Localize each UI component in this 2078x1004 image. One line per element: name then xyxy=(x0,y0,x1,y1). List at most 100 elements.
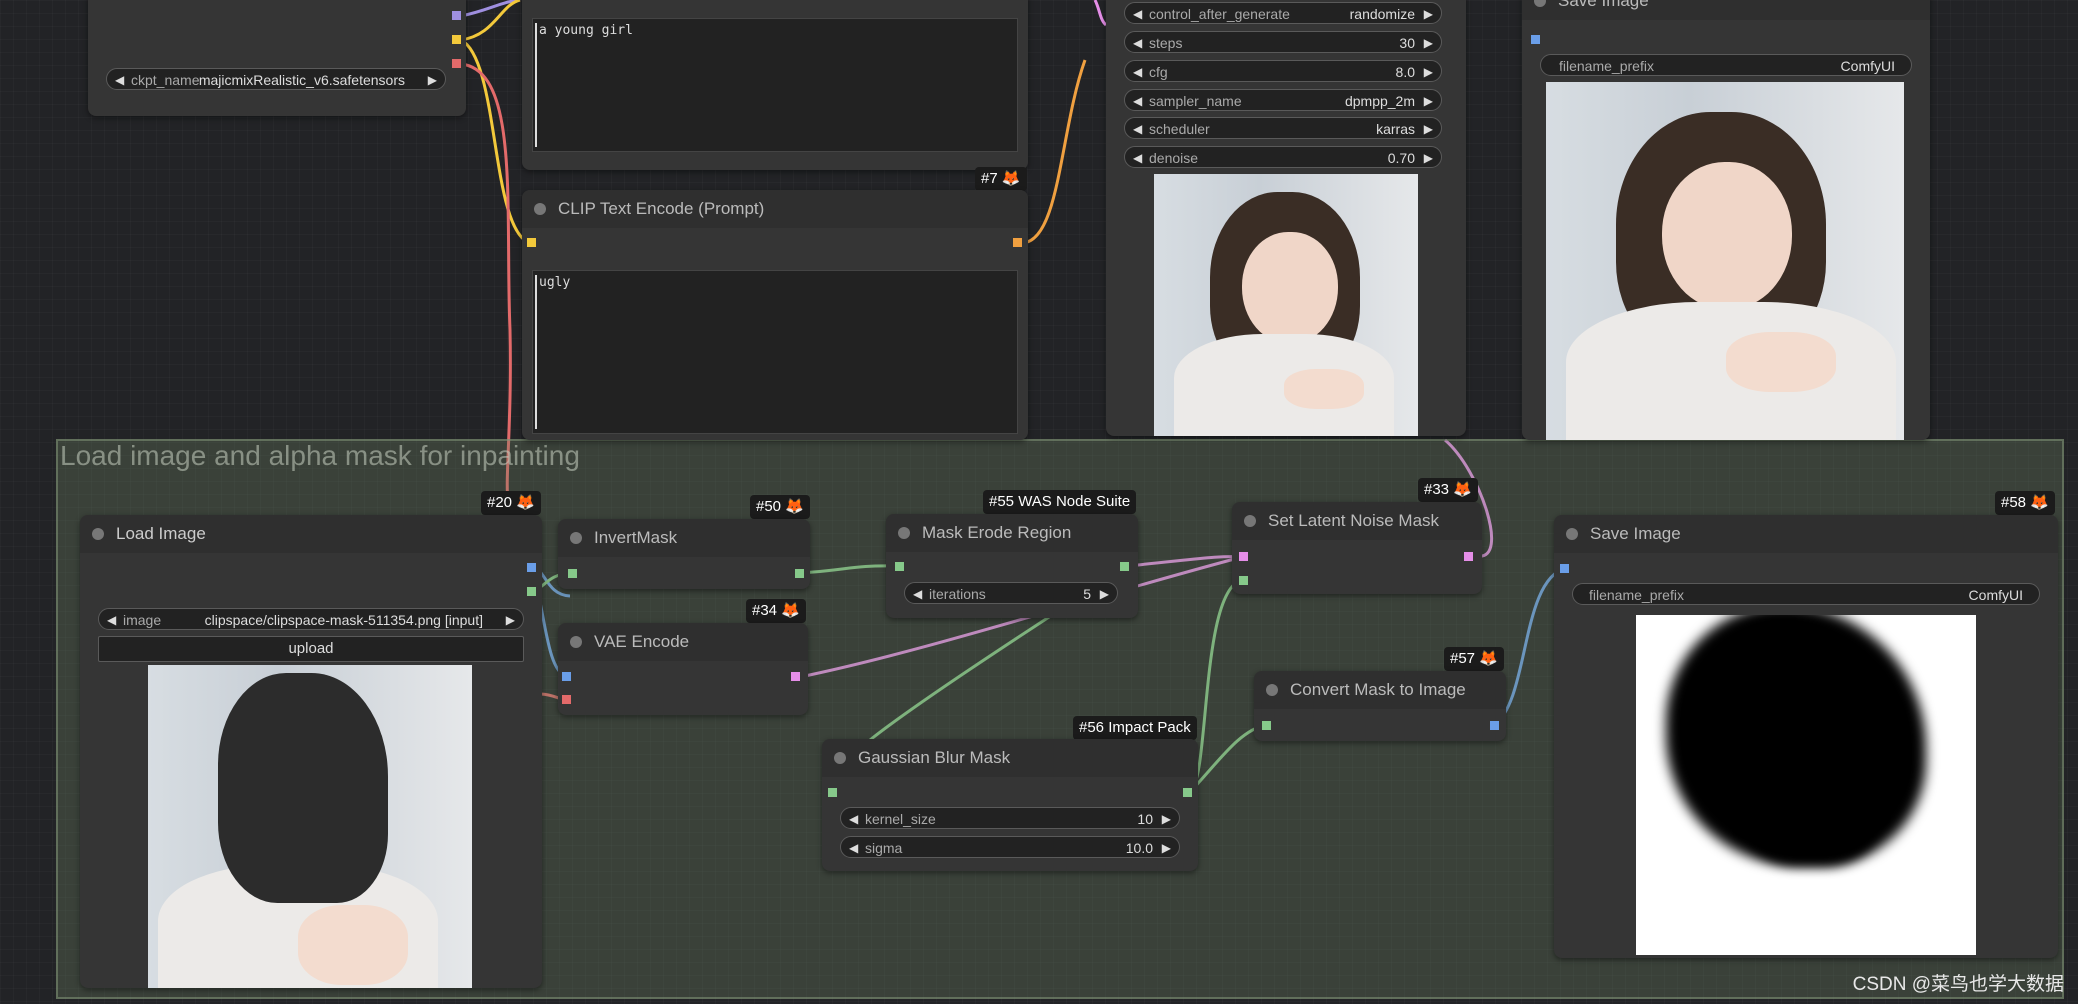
arrow-left-icon: ◀ xyxy=(1133,65,1143,79)
cfg-number[interactable]: ◀ cfg 8.0 ▶ xyxy=(1124,60,1442,82)
collapse-dot-icon[interactable] xyxy=(1566,528,1578,540)
sigma-number[interactable]: ◀ sigma 10.0 ▶ xyxy=(840,836,1180,858)
vae-input-slot[interactable] xyxy=(562,695,571,704)
node-title[interactable]: Convert Mask to Image xyxy=(1254,671,1506,709)
mask-output-slot[interactable] xyxy=(527,587,536,596)
pixels-input-slot[interactable] xyxy=(562,672,571,681)
kernel-size-number[interactable]: ◀ kernel_size 10 ▶ xyxy=(840,807,1180,829)
mask-input-slot[interactable] xyxy=(1239,576,1248,585)
mask-input-slot[interactable] xyxy=(1262,721,1271,730)
scheduler-combo[interactable]: ◀ scheduler karras ▶ xyxy=(1124,117,1442,139)
node-title[interactable]: Mask Erode Region xyxy=(886,514,1138,552)
arrow-right-icon: ▶ xyxy=(1423,36,1433,50)
positive-prompt-node[interactable]: a young girl xyxy=(522,0,1028,170)
image-output-slot[interactable] xyxy=(1490,721,1499,730)
arrow-left-icon: ◀ xyxy=(849,812,859,826)
control-after-generate-combo[interactable]: ◀ control_after_generate randomize ▶ xyxy=(1124,2,1442,24)
arrow-left-icon[interactable]: ◀ xyxy=(115,69,124,91)
steps-number[interactable]: ◀ steps 30 ▶ xyxy=(1124,31,1442,53)
mask-output-slot[interactable] xyxy=(1120,562,1129,571)
node-title[interactable]: Save Image xyxy=(1522,0,1930,20)
node-badge-33: #33 🦊 xyxy=(1418,478,1478,502)
group-title: Load image and alpha mask for inpainting xyxy=(60,440,580,471)
node-title[interactable]: CLIP Text Encode (Prompt) xyxy=(522,190,1028,228)
ksampler-node[interactable]: ◀ control_after_generate randomize ▶ ◀ steps… xyxy=(1106,0,1466,436)
images-input-slot[interactable] xyxy=(1531,35,1540,44)
collapse-dot-icon[interactable] xyxy=(570,636,582,648)
fox-icon: 🦊 xyxy=(1001,170,1021,187)
collapse-dot-icon[interactable] xyxy=(898,527,910,539)
mask-input-slot[interactable] xyxy=(828,788,837,797)
node-title[interactable]: InvertMask xyxy=(558,519,810,557)
fox-icon: 🦊 xyxy=(781,602,800,619)
negative-prompt-text: ugly xyxy=(539,275,571,290)
mask-output-slot[interactable] xyxy=(795,569,804,578)
sampler-name-combo[interactable]: ◀ sampler_name dpmpp_2m ▶ xyxy=(1124,89,1442,111)
collapse-dot-icon[interactable] xyxy=(1244,515,1256,527)
collapse-dot-icon[interactable] xyxy=(570,532,582,544)
checkpoint-loader-node[interactable]: ◀ ckpt_name majicmixRealistic_v6.safeten… xyxy=(88,0,466,116)
node-badge-20: #20 🦊 xyxy=(481,491,541,515)
fox-icon: 🦊 xyxy=(1479,650,1498,667)
latent-output-slot[interactable] xyxy=(1464,552,1473,561)
positive-prompt-textarea[interactable]: a young girl xyxy=(532,18,1018,152)
fox-icon: 🦊 xyxy=(516,494,535,511)
upload-button[interactable]: upload xyxy=(98,636,524,662)
invert-mask-node[interactable]: InvertMask xyxy=(558,519,810,589)
iterations-number[interactable]: ◀ iterations 5 ▶ xyxy=(904,582,1118,604)
convert-mask-to-image-node[interactable]: Convert Mask to Image xyxy=(1254,671,1506,741)
ckpt-name-combo[interactable]: ◀ ckpt_name majicmixRealistic_v6.safeten… xyxy=(106,68,446,90)
fox-icon: 🦊 xyxy=(1453,481,1472,498)
mask-erode-region-node[interactable]: Mask Erode Region ◀ iterations 5 ▶ xyxy=(886,514,1138,618)
image-combo[interactable]: ◀ image clipspace/clipspace-mask-511354.pn… xyxy=(98,608,524,630)
node-badge-56: #56 Impact Pack xyxy=(1073,716,1197,740)
arrow-right-icon[interactable]: ▶ xyxy=(428,69,437,91)
vae-output-slot[interactable] xyxy=(452,59,461,68)
save-image-bottom-node[interactable]: Save Image filename_prefix ComfyUI xyxy=(1554,515,2058,958)
arrow-right-icon: ▶ xyxy=(1161,841,1171,855)
collapse-dot-icon[interactable] xyxy=(1534,0,1546,7)
ckpt-value: majicmixRealistic_v6.safetensors xyxy=(198,72,405,88)
node-badge-57: #57 🦊 xyxy=(1444,647,1504,671)
arrow-left-icon: ◀ xyxy=(913,587,923,601)
mask-input-slot[interactable] xyxy=(568,569,577,578)
node-title[interactable]: VAE Encode xyxy=(558,623,808,661)
load-image-node[interactable]: Load Image ◀ image clipspace/clipspace-mas… xyxy=(80,515,542,988)
node-title[interactable]: Save Image xyxy=(1554,515,2058,553)
node-title[interactable]: Load Image xyxy=(80,515,542,553)
clip-output-slot[interactable] xyxy=(452,35,461,44)
denoise-number[interactable]: ◀ denoise 0.70 ▶ xyxy=(1124,146,1442,168)
image-output-slot[interactable] xyxy=(527,563,536,572)
masks-input-slot[interactable] xyxy=(895,562,904,571)
node-title[interactable]: Gaussian Blur Mask xyxy=(822,739,1198,777)
saved-image-preview xyxy=(1546,82,1904,440)
masked-input-image xyxy=(148,665,472,988)
negative-prompt-textarea[interactable]: ugly xyxy=(532,270,1018,434)
gaussian-blur-mask-node[interactable]: Gaussian Blur Mask ◀ kernel_size 10 ▶ ◀ sigm… xyxy=(822,739,1198,871)
text-caret xyxy=(535,23,537,147)
arrow-right-icon: ▶ xyxy=(1423,94,1433,108)
model-output-slot[interactable] xyxy=(452,11,461,20)
node-title[interactable]: Set Latent Noise Mask xyxy=(1232,502,1482,540)
conditioning-output-slot[interactable] xyxy=(1013,238,1022,247)
collapse-dot-icon[interactable] xyxy=(834,752,846,764)
positive-prompt-text: a young girl xyxy=(539,23,633,38)
arrow-right-icon: ▶ xyxy=(1099,587,1109,601)
vae-encode-node[interactable]: VAE Encode xyxy=(558,623,808,715)
filename-prefix-field[interactable]: filename_prefix ComfyUI xyxy=(1540,54,1912,76)
collapse-dot-icon[interactable] xyxy=(534,203,546,215)
clip-text-encode-node[interactable]: CLIP Text Encode (Prompt) ugly xyxy=(522,190,1028,440)
images-input-slot[interactable] xyxy=(1560,564,1569,573)
filename-prefix-field[interactable]: filename_prefix ComfyUI xyxy=(1572,583,2040,605)
fox-icon: 🦊 xyxy=(785,498,804,515)
node-badge-34: #34 🦊 xyxy=(746,599,806,623)
save-image-top-node[interactable]: Save Image filename_prefix ComfyUI xyxy=(1522,0,1930,440)
samples-input-slot[interactable] xyxy=(1239,552,1248,561)
arrow-right-icon: ▶ xyxy=(505,613,515,627)
clip-input-slot[interactable] xyxy=(527,238,536,247)
latent-output-slot[interactable] xyxy=(791,672,800,681)
collapse-dot-icon[interactable] xyxy=(92,528,104,540)
mask-output-slot[interactable] xyxy=(1183,788,1192,797)
set-latent-noise-mask-node[interactable]: Set Latent Noise Mask xyxy=(1232,502,1482,594)
collapse-dot-icon[interactable] xyxy=(1266,684,1278,696)
